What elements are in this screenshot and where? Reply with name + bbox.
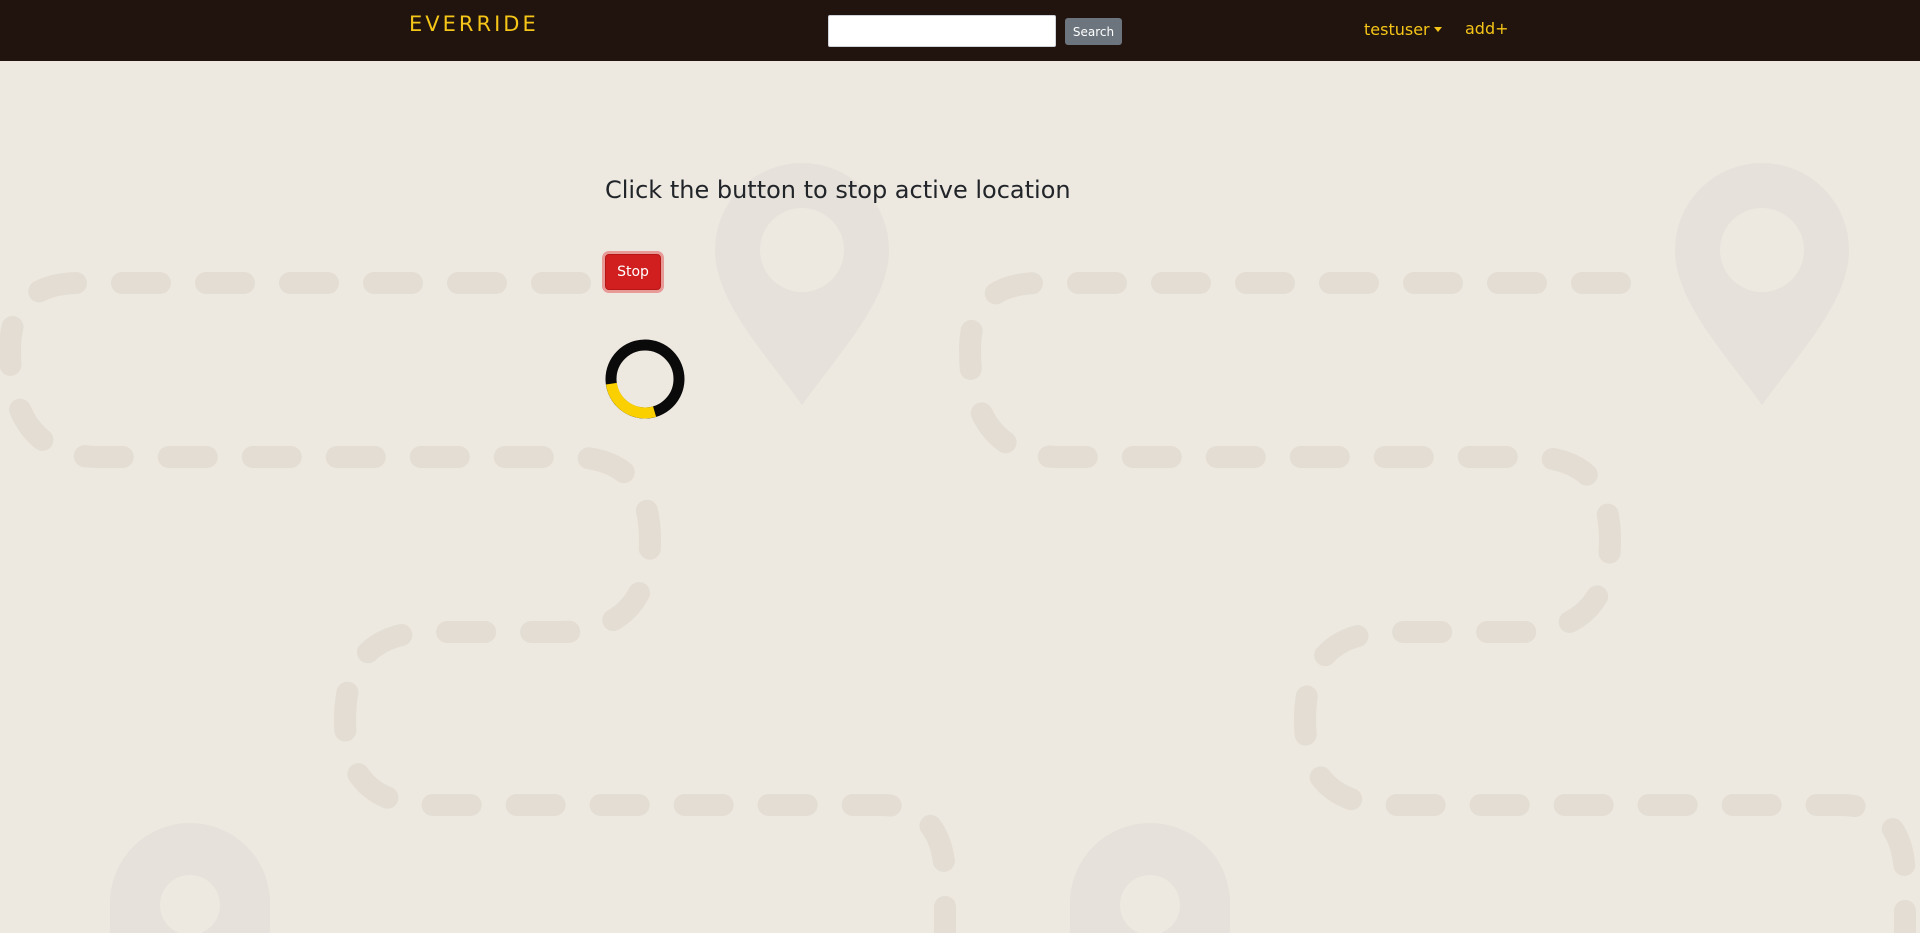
search-input[interactable] [828,15,1056,47]
page-instruction: Click the button to stop active location [605,176,1071,204]
user-menu-dropdown[interactable]: testuser [1364,18,1442,40]
search-button[interactable]: Search [1065,18,1122,45]
stop-button[interactable]: Stop [605,254,661,290]
caret-down-icon [1433,26,1442,32]
user-menu-label: testuser [1364,19,1430,39]
loading-spinner-icon [605,339,685,419]
add-link[interactable]: add+ [1465,18,1509,40]
brand-logo[interactable]: EVERRIDE [409,12,539,36]
main-content: Click the button to stop active location… [0,61,1920,933]
top-navbar: EVERRIDE Search testuser add+ [0,0,1920,61]
